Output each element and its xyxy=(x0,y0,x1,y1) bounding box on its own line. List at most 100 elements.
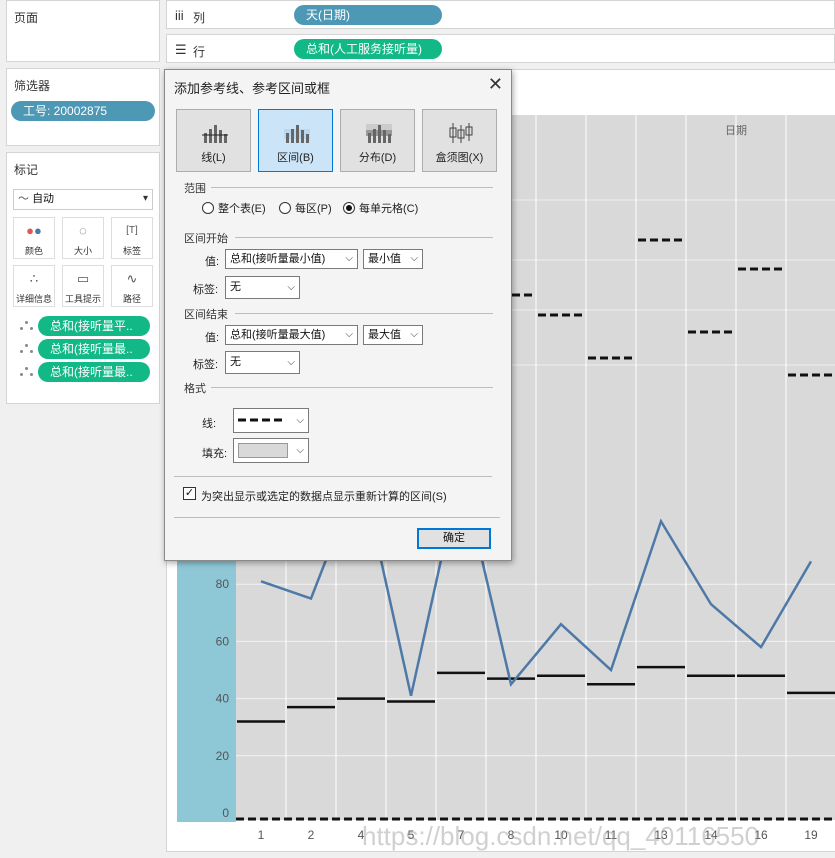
line-type-icon xyxy=(202,125,228,143)
start-label-label: 标签: xyxy=(193,284,219,296)
recalc-label: 为突出显示或选定的数据点显示重新计算的区间(S) xyxy=(201,491,447,503)
columns-label: 列 xyxy=(193,11,206,25)
end-label-select[interactable]: 无 ⌵ xyxy=(225,351,300,374)
start-agg-text: 最小值 xyxy=(368,253,401,265)
mark-detail-button[interactable]: ∴ 详细信息 xyxy=(13,265,55,307)
band-fill xyxy=(736,115,786,820)
line-chart-icon: 〜 xyxy=(18,193,29,205)
mark-tooltip-label: 工具提示 xyxy=(64,294,101,304)
type-distribution-button[interactable]: 分布(D) xyxy=(340,109,415,172)
columns-shelf[interactable]: iii 列 天(日期) xyxy=(166,0,835,29)
divider xyxy=(235,313,493,314)
end-value-select[interactable]: 总和(接听量最大值) ⌵ xyxy=(225,325,358,345)
x-tick-label: 2 xyxy=(308,828,315,842)
distribution-type-icon xyxy=(366,124,392,143)
scope-table-label: 整个表(E) xyxy=(218,203,266,215)
pages-panel: 页面 xyxy=(6,0,160,62)
mark-tooltip-button[interactable]: ▭ 工具提示 xyxy=(62,265,104,307)
line-style-select[interactable]: ⌵ xyxy=(233,408,309,433)
start-label-text: 无 xyxy=(230,281,241,293)
chevron-down-icon: ▾ xyxy=(142,193,148,204)
radio-circle xyxy=(202,202,214,214)
chart-header-label: 日期 xyxy=(725,124,747,137)
fill-swatch xyxy=(238,443,288,458)
close-icon[interactable]: ✕ xyxy=(488,74,503,95)
y-tick-label: 0 xyxy=(222,806,229,820)
filter-pill-employee-id[interactable]: 工号: 20002875 xyxy=(11,101,155,121)
rows-label: 行 xyxy=(193,45,206,59)
chevron-down-icon: ⌵ xyxy=(296,415,304,426)
band-fill xyxy=(586,115,636,820)
color-dots-icon: ●● xyxy=(26,223,42,238)
scope-cell-label: 每单元格(C) xyxy=(359,203,419,215)
tooltip-icon: ▭ xyxy=(76,271,90,286)
rows-icon: ☰ xyxy=(175,42,187,57)
columns-pill-date[interactable]: 天(日期) xyxy=(294,5,442,25)
divider xyxy=(211,387,493,388)
marks-panel: 标记 〜 自动 ▾ ●● 颜色 ◌ 大小 [T] 标签 ∴ 详细信息 ▭ 工具提… xyxy=(6,152,160,404)
end-value-label: 值: xyxy=(205,332,220,344)
type-line-button[interactable]: 线(L) xyxy=(176,109,251,172)
mark-size-label: 大小 xyxy=(73,246,92,256)
band-end-title: 区间结束 xyxy=(184,309,228,321)
band-type-icon xyxy=(284,125,310,143)
mark-field-pill-avg[interactable]: 总和(接听量平.. xyxy=(38,316,150,336)
detail-icon: ∴ xyxy=(29,271,39,286)
mark-type-dropdown[interactable]: 〜 自动 ▾ xyxy=(13,189,153,210)
band-fill xyxy=(786,115,835,820)
size-icon: ◌ xyxy=(79,223,87,238)
start-value-text: 总和(接听量最小值) xyxy=(230,253,326,265)
radio-circle xyxy=(343,202,355,214)
detail-icon xyxy=(20,321,34,331)
fill-color-select[interactable]: ⌵ xyxy=(233,438,309,463)
mark-path-button[interactable]: ∿ 路径 xyxy=(111,265,153,307)
dashed-line-icon xyxy=(238,418,286,422)
chevron-down-icon: ⌵ xyxy=(345,329,353,340)
scope-cell-radio[interactable]: 每单元格(C) xyxy=(343,200,418,216)
chevron-down-icon: ⌵ xyxy=(410,253,418,264)
recalc-checkbox[interactable]: ✓ xyxy=(183,487,196,500)
line-style-label: 线: xyxy=(202,418,217,430)
mark-detail-label: 详细信息 xyxy=(15,294,52,304)
scope-pane-label: 每区(P) xyxy=(295,203,332,215)
scope-title: 范围 xyxy=(184,183,206,195)
format-title: 格式 xyxy=(184,383,206,395)
mark-size-button[interactable]: ◌ 大小 xyxy=(62,217,104,259)
columns-icon: iii xyxy=(175,8,184,23)
mark-field-pill-max[interactable]: 总和(接听量最.. xyxy=(38,339,150,359)
start-value-select[interactable]: 总和(接听量最小值) ⌵ xyxy=(225,249,358,269)
band-fill xyxy=(536,115,586,820)
marks-title: 标记 xyxy=(14,163,39,177)
y-tick-label: 20 xyxy=(216,749,230,763)
start-agg-select[interactable]: 最小值 ⌵ xyxy=(363,249,423,269)
mark-color-button[interactable]: ●● 颜色 xyxy=(13,217,55,259)
mark-field-pill-min[interactable]: 总和(接听量最.. xyxy=(38,362,150,382)
rows-shelf[interactable]: ☰ 行 总和(人工服务接听量) xyxy=(166,34,835,63)
chevron-down-icon: ⌵ xyxy=(345,253,353,264)
type-line-label: 线(L) xyxy=(201,152,226,164)
mark-label-label: 标签 xyxy=(122,246,141,256)
end-value-text: 总和(接听量最大值) xyxy=(230,329,326,341)
label-icon: [T] xyxy=(126,225,138,236)
scope-pane-radio[interactable]: 每区(P) xyxy=(279,200,332,216)
chevron-down-icon: ⌵ xyxy=(296,445,304,456)
type-boxplot-button[interactable]: 盒须图(X) xyxy=(422,109,497,172)
band-fill xyxy=(636,115,686,820)
end-label-label: 标签: xyxy=(193,359,219,371)
band-fill xyxy=(686,115,736,820)
mark-label-button[interactable]: [T] 标签 xyxy=(111,217,153,259)
filters-title: 筛选器 xyxy=(14,79,51,93)
type-band-button[interactable]: 区间(B) xyxy=(258,109,333,172)
start-label-select[interactable]: 无 ⌵ xyxy=(225,276,300,299)
scope-table-radio[interactable]: 整个表(E) xyxy=(202,200,266,216)
chevron-down-icon: ⌵ xyxy=(287,357,295,368)
divider xyxy=(174,517,500,518)
chevron-down-icon: ⌵ xyxy=(287,282,295,293)
y-tick-label: 40 xyxy=(216,692,230,706)
rows-pill-measure[interactable]: 总和(人工服务接听量) xyxy=(294,39,442,59)
reference-line-dialog: 添加参考线、参考区间或框 ✕ 线(L) 区间(B) 分布(D) 盒须图(X) 范… xyxy=(164,69,512,561)
end-agg-select[interactable]: 最大值 ⌵ xyxy=(363,325,423,345)
type-boxplot-label: 盒须图(X) xyxy=(435,152,484,164)
ok-button[interactable]: 确定 xyxy=(417,528,491,549)
y-tick-label: 80 xyxy=(216,577,230,591)
